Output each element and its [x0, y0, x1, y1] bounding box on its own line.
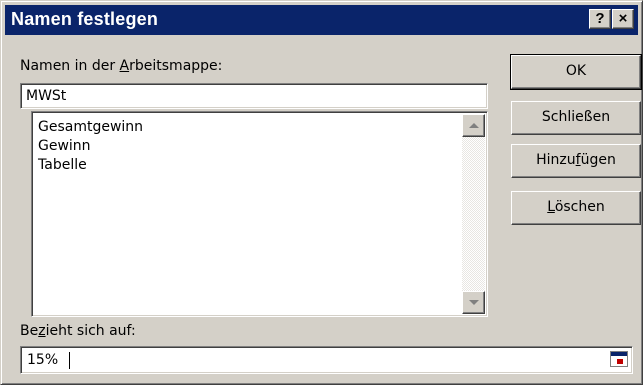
- names-list: Gesamtgewinn Gewinn Tabelle: [38, 118, 143, 175]
- refers-to-value: 15%: [27, 352, 59, 368]
- chevron-down-icon: [469, 300, 479, 305]
- scroll-up-button[interactable]: [462, 114, 485, 137]
- chevron-up-icon: [469, 123, 479, 128]
- list-item[interactable]: Tabelle: [38, 156, 143, 175]
- delete-button[interactable]: Löschen: [511, 191, 641, 225]
- dialog-title: Namen festlegen: [11, 9, 159, 29]
- name-input-value: MWSt: [26, 88, 67, 104]
- scroll-down-button[interactable]: [462, 291, 485, 314]
- close-icon[interactable]: ×: [612, 9, 634, 29]
- list-item[interactable]: Gesamtgewinn: [38, 118, 143, 137]
- close-button[interactable]: Schließen: [511, 101, 641, 135]
- help-button[interactable]: ?: [589, 9, 611, 29]
- names-in-workbook-label: Namen in der Arbeitsmappe:: [20, 58, 223, 74]
- ok-button[interactable]: OK: [510, 54, 642, 90]
- name-input[interactable]: MWSt: [20, 83, 488, 109]
- collapse-dialog-icon[interactable]: [610, 351, 628, 367]
- text-caret: [69, 352, 70, 369]
- names-listbox[interactable]: Gesamtgewinn Gewinn Tabelle: [31, 111, 488, 317]
- title-bar[interactable]: Namen festlegen ? ×: [5, 5, 638, 35]
- refers-to-input[interactable]: 15%: [20, 346, 633, 374]
- add-button[interactable]: Hinzufügen: [511, 144, 641, 178]
- define-names-dialog: Namen festlegen ? × Namen in der Arbeits…: [0, 0, 643, 385]
- refers-to-label: Bezieht sich auf:: [20, 323, 136, 339]
- listbox-scrollbar[interactable]: [462, 114, 485, 314]
- list-item[interactable]: Gewinn: [38, 137, 143, 156]
